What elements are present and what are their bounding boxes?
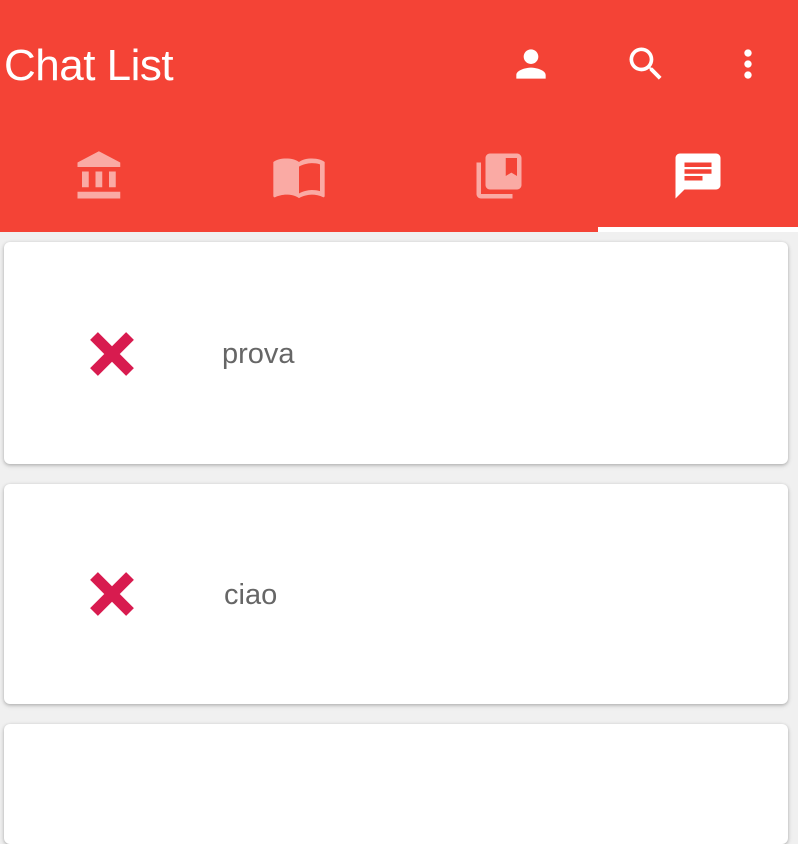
- page-title: Chat List: [4, 38, 173, 94]
- chat-item[interactable]: prova: [4, 242, 788, 464]
- delete-chat-button[interactable]: [86, 328, 138, 380]
- chat-name: ciao: [224, 577, 277, 613]
- chat-item[interactable]: [4, 724, 788, 844]
- chat-icon: [671, 149, 725, 203]
- close-icon: [87, 329, 137, 379]
- library-books-icon: [472, 149, 526, 203]
- chat-name: prova: [222, 336, 295, 372]
- tab-bank[interactable]: [0, 130, 200, 230]
- profile-button[interactable]: [507, 40, 555, 88]
- tab-chat[interactable]: [599, 130, 798, 230]
- more-options-button[interactable]: [724, 40, 772, 88]
- bank-icon: [73, 149, 127, 203]
- book-icon: [271, 148, 327, 204]
- search-icon: [624, 42, 668, 86]
- tab-book[interactable]: [200, 130, 400, 230]
- delete-chat-button[interactable]: [86, 568, 138, 620]
- tab-indicator: [598, 227, 798, 232]
- tab-bar: [0, 130, 798, 230]
- search-button[interactable]: [622, 40, 670, 88]
- more-vert-icon: [726, 42, 770, 86]
- close-icon: [87, 569, 137, 619]
- person-icon: [509, 42, 553, 86]
- chat-item[interactable]: ciao: [4, 484, 788, 704]
- tab-library[interactable]: [399, 130, 599, 230]
- app-bar: Chat List: [0, 0, 798, 232]
